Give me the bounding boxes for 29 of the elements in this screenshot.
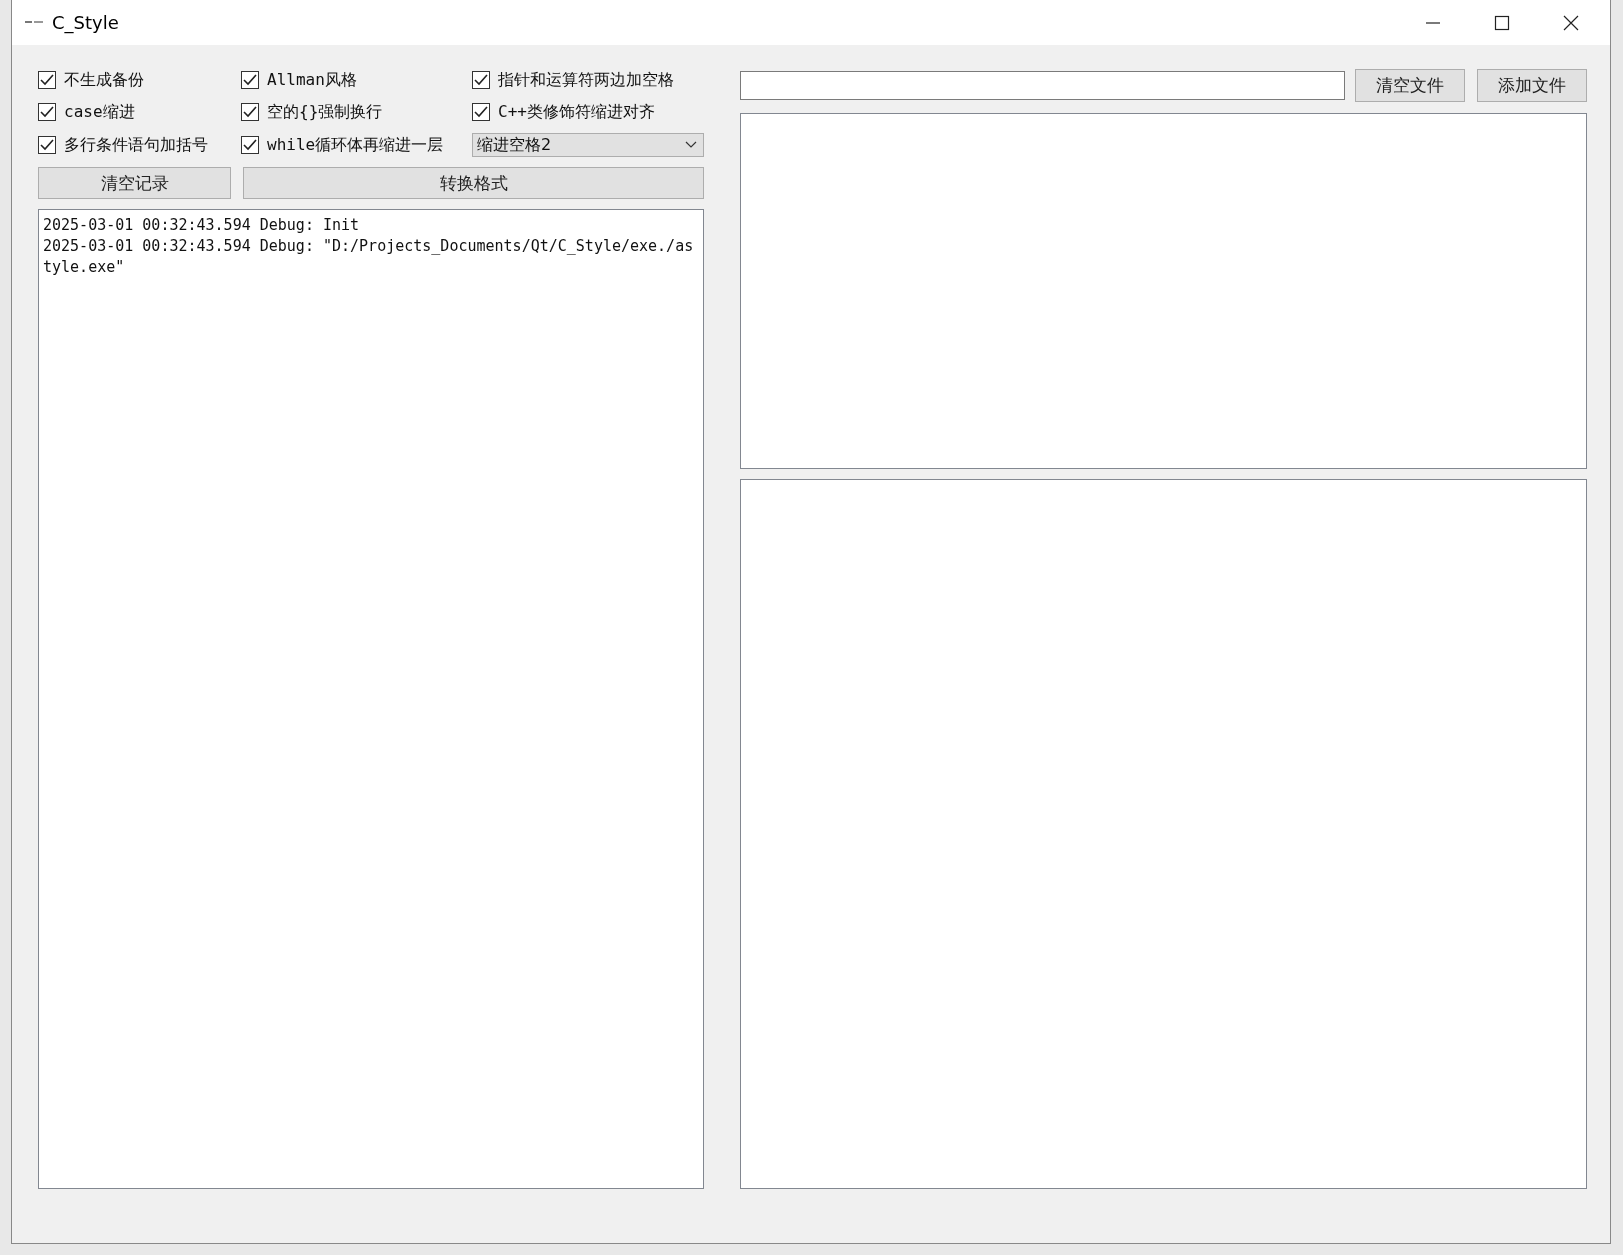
checkbox[interactable] — [38, 136, 56, 154]
option-label: 指针和运算符两边加空格 — [498, 69, 674, 91]
option-label: while循环体再缩进一层 — [267, 134, 444, 156]
log-line: 2025-03-01 00:32:43.594 Debug: Init — [43, 215, 361, 236]
checkbox[interactable] — [241, 103, 259, 121]
option-label: 空的{}强制换行 — [267, 101, 383, 123]
close-icon[interactable] — [1563, 14, 1579, 31]
option-label: 不生成备份 — [64, 69, 144, 91]
checkbox[interactable] — [38, 71, 56, 89]
indent-dropdown[interactable]: 缩进空格2 — [472, 133, 704, 157]
log-area[interactable]: 2025-03-01 00:32:43.594 Debug: Init 2025-03-01 00:32:43.594 Debug: "D:/Projects_Documents/Qt/C_Style/exe./astyle.exe" — [38, 209, 704, 1189]
chevron-down-icon — [685, 141, 697, 149]
clear-files-button[interactable]: 清空文件 — [1355, 69, 1466, 102]
add-files-button[interactable]: 添加文件 — [1477, 69, 1587, 102]
clear-log-button[interactable]: 清空记录 — [38, 167, 231, 199]
option-label: Allman风格 — [267, 69, 357, 91]
convert-button[interactable]: 转换格式 — [243, 167, 704, 199]
log-line: 2025-03-01 00:32:43.594 Debug: "D:/Projects_Documents/Qt/C_Style/exe./astyle.exe" — [43, 236, 695, 278]
checkbox[interactable] — [38, 103, 56, 121]
option-label: case缩进 — [64, 101, 135, 123]
option-label: C++类修饰符缩进对齐 — [498, 101, 655, 123]
option-label: 多行条件语句加括号 — [64, 134, 208, 156]
file-path-field[interactable] — [740, 71, 1346, 100]
maximize-icon[interactable] — [1494, 14, 1510, 31]
checkbox[interactable] — [472, 71, 490, 89]
checkbox[interactable] — [241, 136, 259, 154]
checkbox[interactable] — [241, 71, 259, 89]
checkbox[interactable] — [472, 103, 490, 121]
window-title: C_Style — [52, 12, 119, 33]
